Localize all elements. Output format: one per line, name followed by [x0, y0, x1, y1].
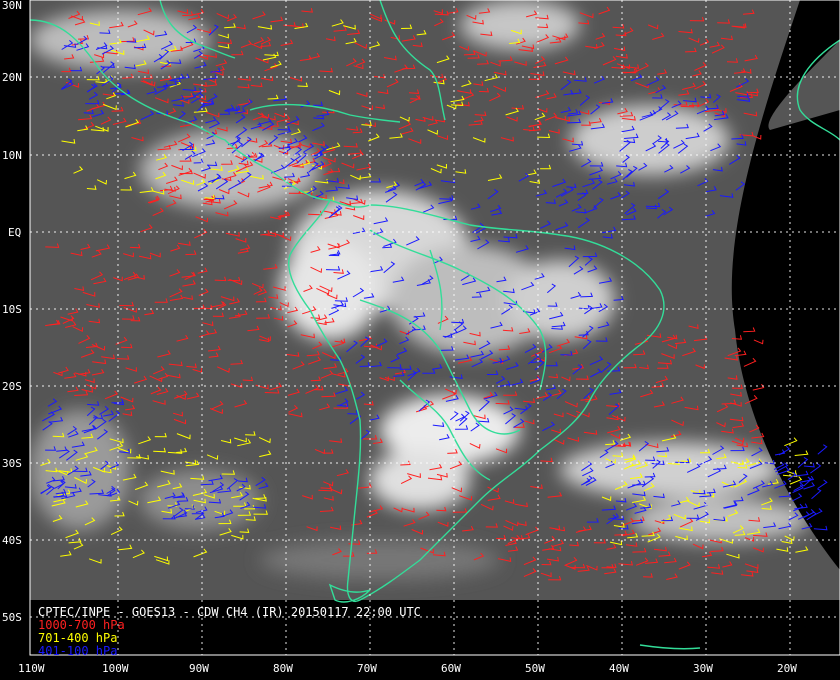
lat-label: EQ	[8, 226, 21, 239]
lon-label: 80W	[273, 662, 293, 675]
lon-label: 100W	[102, 662, 129, 675]
lat-label: 30N	[2, 0, 22, 12]
lat-label: 40S	[2, 534, 22, 547]
lon-label: 60W	[441, 662, 461, 675]
lat-label: 50S	[2, 611, 22, 624]
lon-label: 40W	[609, 662, 629, 675]
lon-label: 30W	[693, 662, 713, 675]
lat-label: 20S	[2, 380, 22, 393]
lon-label: 50W	[525, 662, 545, 675]
lon-label: 90W	[189, 662, 209, 675]
lat-label: 20N	[2, 71, 22, 84]
lon-label: 20W	[777, 662, 797, 675]
satellite-image	[30, 0, 840, 600]
lon-label: 70W	[357, 662, 377, 675]
map-title: CPTEC/INPE - GOES13 - CDW CH4 (IR) 20150…	[38, 605, 421, 619]
legend-low-level: 1000-700 hPa	[38, 618, 125, 632]
lat-label: 30S	[2, 457, 22, 470]
lat-label: 10N	[2, 149, 22, 162]
lon-label: 110W	[18, 662, 45, 675]
legend-mid-level: 701-400 hPa	[38, 631, 117, 645]
lat-label: 10S	[2, 303, 22, 316]
satellite-wind-map: 30N 20N 10N EQ 10S 20S 30S 40S 50S 110W …	[0, 0, 840, 680]
legend-high-level: 401-100 hPa	[38, 644, 117, 658]
map-canvas: 30N 20N 10N EQ 10S 20S 30S 40S 50S 110W …	[0, 0, 840, 680]
